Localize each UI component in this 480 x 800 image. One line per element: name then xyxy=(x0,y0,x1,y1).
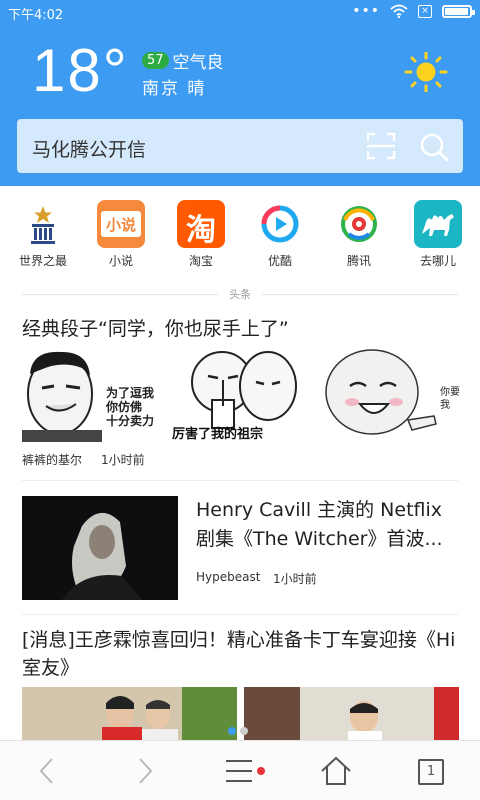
article-photo[interactable] xyxy=(244,687,459,743)
scan-icon[interactable] xyxy=(366,132,396,160)
bottom-navigation: 1 xyxy=(0,740,480,800)
qunar-camel-icon xyxy=(414,200,462,248)
quick-link-label: 优酷 xyxy=(267,254,292,268)
article-title[interactable]: 经典段子“同学，你也尿手上了” xyxy=(22,314,289,341)
aqi-badge: 57 xyxy=(142,52,169,69)
article-time: 1小时前 xyxy=(273,572,317,586)
meme-caption: 你要 我 xyxy=(440,387,460,411)
aqi-label: 空气良 xyxy=(172,53,224,73)
forward-arrow-icon[interactable] xyxy=(128,755,160,787)
taobao-icon: 淘 xyxy=(177,200,225,248)
more-dots-icon: ••• xyxy=(352,3,380,19)
location-condition[interactable]: 南京 晴 xyxy=(142,74,206,99)
quick-link-label: 去哪儿 xyxy=(419,254,456,268)
tabs-button[interactable]: 1 xyxy=(418,759,444,785)
menu-icon[interactable] xyxy=(226,755,270,787)
article-time: 1小时前 xyxy=(101,453,145,467)
battery-icon xyxy=(442,4,475,18)
article-image-row[interactable]: 为了逗我 你仿佛 十分卖力 厉害了我的祖宗 你要 我 xyxy=(22,346,462,442)
meme-image[interactable]: 你要 我 xyxy=(322,346,462,442)
carousel-dot xyxy=(240,727,248,735)
sun-icon[interactable] xyxy=(404,52,448,92)
quick-link-world[interactable]: 世界之最 xyxy=(12,200,74,269)
quick-link-label: 世界之最 xyxy=(18,254,67,268)
weather-header: 下午4:02 ••• × 18° 57 空气良 南京 晴 马化腾公开信 xyxy=(0,0,480,186)
home-icon[interactable] xyxy=(320,755,352,787)
novel-icon-text: 小说 xyxy=(105,216,136,234)
back-arrow-icon[interactable] xyxy=(32,755,64,787)
quick-link-novel[interactable]: 小说 小说 xyxy=(90,200,152,269)
search-bar[interactable]: 马化腾公开信 xyxy=(17,119,463,173)
feed-divider xyxy=(22,480,458,481)
quick-link-qunar[interactable]: 去哪儿 xyxy=(407,200,469,269)
quick-links: 世界之最 小说 小说 淘 淘宝 优酷 腾讯 去哪儿 xyxy=(0,200,480,270)
divider-line xyxy=(262,294,458,295)
meme-caption: 为了逗我 你仿佛 十分卖力 xyxy=(106,386,155,428)
article-image-row[interactable] xyxy=(22,687,459,743)
meme-image[interactable]: 厉害了我的祖宗 xyxy=(172,346,312,442)
search-icon[interactable] xyxy=(418,131,450,163)
feed-divider xyxy=(22,614,458,615)
taobao-icon-text: 淘 xyxy=(186,213,216,248)
novel-icon: 小说 xyxy=(97,200,145,248)
article-source: Hypebeast xyxy=(196,570,261,584)
tencent-icon xyxy=(335,200,383,248)
no-sim-icon: × xyxy=(418,4,432,18)
article-title[interactable]: [消息]王彦霖惊喜回归！精心准备卡丁车宴迎接《Hi室友》 xyxy=(22,626,462,682)
quick-link-tencent[interactable]: 腾讯 xyxy=(328,200,390,269)
article-photo[interactable] xyxy=(22,687,237,743)
temperature[interactable]: 18° xyxy=(32,36,129,105)
youku-icon xyxy=(256,200,304,248)
quick-link-taobao[interactable]: 淘 淘宝 xyxy=(170,200,232,269)
air-quality[interactable]: 57 空气良 xyxy=(142,48,224,73)
status-time: 下午4:02 xyxy=(8,8,64,23)
quick-link-label: 小说 xyxy=(108,254,133,268)
article-source: 裤裤的基尔 xyxy=(22,453,83,467)
quick-link-label: 淘宝 xyxy=(188,254,213,268)
article-thumbnail[interactable] xyxy=(22,496,178,600)
status-icons: ••• × xyxy=(352,3,475,19)
quick-link-youku[interactable]: 优酷 xyxy=(249,200,311,269)
meme-caption: 厉害了我的祖宗 xyxy=(172,427,264,442)
world-records-icon xyxy=(19,200,67,248)
carousel-dot-active xyxy=(228,727,236,735)
status-bar: 下午4:02 ••• × xyxy=(0,0,480,26)
search-input[interactable]: 马化腾公开信 xyxy=(32,135,146,162)
section-divider: 头条 xyxy=(0,286,480,302)
article-title[interactable]: Henry Cavill 主演的 Netflix 剧集《The Witcher》… xyxy=(196,496,464,554)
meme-image[interactable]: 为了逗我 你仿佛 十分卖力 xyxy=(22,346,162,442)
quick-link-label: 腾讯 xyxy=(346,254,371,268)
wifi-icon xyxy=(390,4,408,18)
